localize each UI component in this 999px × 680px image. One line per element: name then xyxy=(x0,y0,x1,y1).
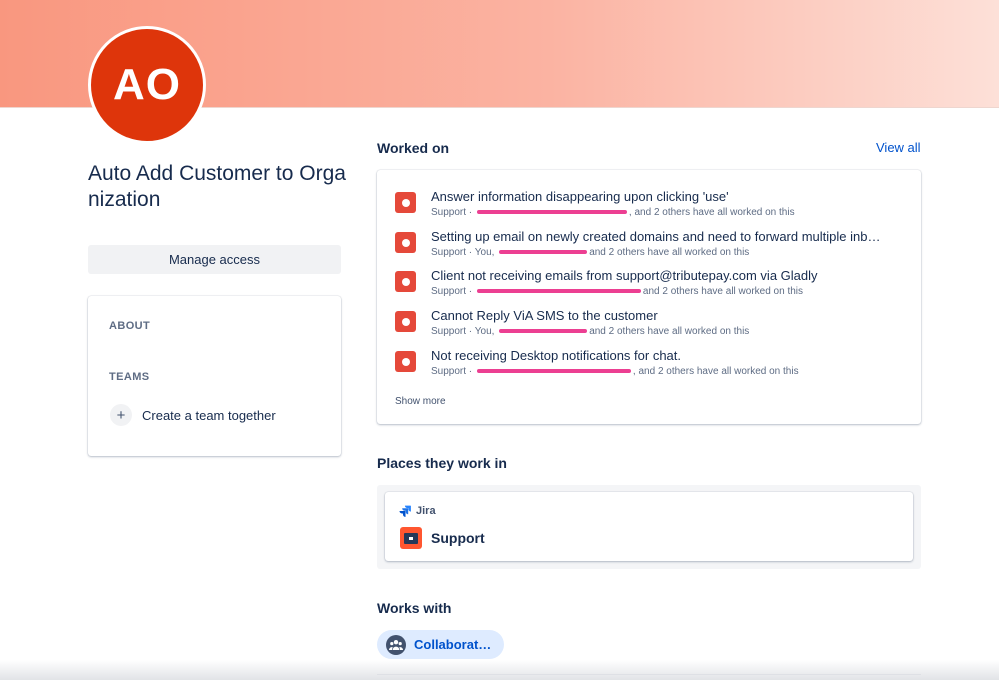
team-chip-label: Collaborat… xyxy=(414,637,492,652)
work-item-you: You, xyxy=(474,247,495,258)
bottom-shadow xyxy=(0,660,999,680)
work-item-title[interactable]: Not receiving Desktop notifications for … xyxy=(431,348,891,363)
issue-type-icon xyxy=(395,311,416,332)
work-item-title[interactable]: Answer information disappearing upon cli… xyxy=(431,189,891,204)
work-item-meta: Support · and 2 others have all worked o… xyxy=(431,286,804,297)
work-item-title[interactable]: Client not receiving emails from support… xyxy=(431,268,891,283)
work-item-title[interactable]: Cannot Reply ViA SMS to the customer xyxy=(431,308,891,323)
work-item-contributors: , and 2 others have all worked on this xyxy=(632,366,799,377)
project-avatar-icon xyxy=(400,527,422,549)
jira-icon xyxy=(399,505,411,517)
avatar-initials: AO xyxy=(113,60,181,109)
places-heading: Places they work in xyxy=(377,455,507,471)
work-item-meta: Support · You, and 2 others have all wor… xyxy=(431,326,750,337)
show-more-button[interactable]: Show more xyxy=(395,396,446,407)
teams-label: TEAMS xyxy=(109,371,150,383)
view-all-link[interactable]: View all xyxy=(876,140,921,155)
avatar: AO xyxy=(88,26,206,144)
create-team-button[interactable]: + Create a team together xyxy=(110,404,276,426)
worked-on-card: Answer information disappearing upon cli… xyxy=(377,170,921,424)
work-item-project: Support xyxy=(431,366,467,377)
work-item-project: Support xyxy=(431,207,467,218)
work-item-project: Support xyxy=(431,247,467,258)
issue-type-icon xyxy=(395,351,416,372)
about-card: ABOUT TEAMS + Create a team together xyxy=(88,296,341,456)
work-item-contributors: and 2 others have all worked on this xyxy=(589,326,750,337)
worked-on-item[interactable]: Answer information disappearing upon cli… xyxy=(395,189,905,225)
worked-on-item[interactable]: Setting up email on newly created domain… xyxy=(395,229,905,265)
work-item-project: Support xyxy=(431,326,467,337)
redaction-mark xyxy=(476,369,631,374)
work-item-meta: Support · You, and 2 others have all wor… xyxy=(431,247,750,258)
places-container: Jira Support xyxy=(377,485,921,569)
team-chip[interactable]: Collaborat… xyxy=(377,630,504,659)
issue-type-icon xyxy=(395,232,416,253)
work-item-contributors: and 2 others have all worked on this xyxy=(589,247,750,258)
worked-on-item[interactable]: Client not receiving emails from support… xyxy=(395,268,905,304)
worked-on-heading: Worked on xyxy=(377,140,450,156)
worked-on-item[interactable]: Cannot Reply ViA SMS to the customer Sup… xyxy=(395,308,905,344)
manage-access-button[interactable]: Manage access xyxy=(88,245,341,274)
redaction-mark xyxy=(476,289,641,294)
about-label: ABOUT xyxy=(109,320,151,332)
work-item-contributors: , and 2 others have all worked on this xyxy=(628,207,795,218)
place-card-support[interactable]: Jira Support xyxy=(385,492,913,561)
create-team-label: Create a team together xyxy=(142,407,276,423)
work-item-you: You, xyxy=(474,326,495,337)
project-name: Support xyxy=(431,530,485,546)
plus-icon: + xyxy=(110,404,132,426)
works-with-heading: Works with xyxy=(377,600,452,616)
team-icon xyxy=(386,634,406,655)
redaction-mark xyxy=(499,329,588,334)
redaction-mark xyxy=(476,210,627,215)
work-item-meta: Support · , and 2 others have all worked… xyxy=(431,207,795,218)
worked-on-item[interactable]: Not receiving Desktop notifications for … xyxy=(395,348,905,384)
product-label: Jira xyxy=(416,505,436,517)
product-row: Jira xyxy=(399,505,436,517)
project-row: Support xyxy=(400,527,485,549)
profile-name: Auto Add Customer to Organization xyxy=(88,162,346,211)
work-item-contributors: and 2 others have all worked on this xyxy=(642,286,804,297)
issue-type-icon xyxy=(395,192,416,213)
work-item-meta: Support · , and 2 others have all worked… xyxy=(431,366,799,377)
work-item-project: Support xyxy=(431,286,467,297)
issue-type-icon xyxy=(395,271,416,292)
redaction-mark xyxy=(499,250,588,255)
work-item-title[interactable]: Setting up email on newly created domain… xyxy=(431,229,891,244)
